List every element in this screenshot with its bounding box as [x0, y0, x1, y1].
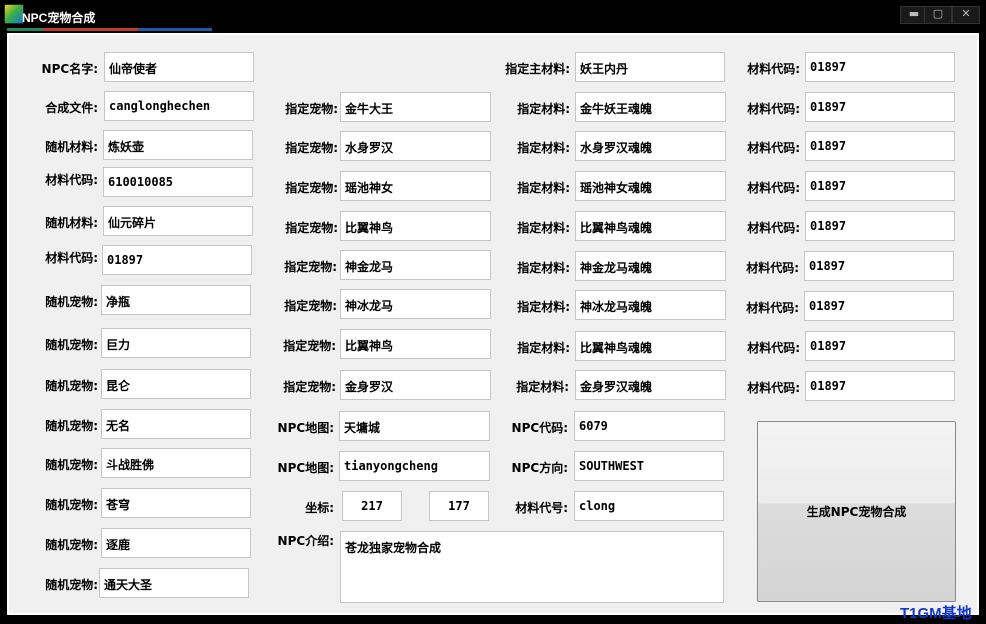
assigned-material-label: 指定材料:: [517, 102, 570, 116]
assigned-pet-label: 指定宠物:: [283, 339, 336, 353]
material-code-label: 材料代码:: [45, 173, 98, 187]
random-material-input[interactable]: 炼妖壶: [103, 130, 253, 160]
generate-npc-pet-compose-button[interactable]: 生成NPC宠物合成: [757, 421, 956, 602]
assigned-pet-input[interactable]: 金身罗汉: [340, 370, 491, 400]
assigned-pet-input[interactable]: 神金龙马: [340, 250, 491, 280]
assigned-pet-input[interactable]: 比翼神鸟: [340, 211, 491, 241]
assigned-pet-label: 指定宠物:: [284, 299, 337, 313]
material-code-input[interactable]: 01897: [805, 171, 955, 201]
material-code-label: 材料代码:: [746, 301, 799, 315]
random-pet-label: 随机宠物:: [45, 419, 98, 433]
npc-code-input[interactable]: 6079: [574, 411, 725, 441]
random-pet-input[interactable]: 净瓶: [101, 285, 251, 315]
accent-stripe-green: [7, 28, 43, 31]
random-pet-input[interactable]: 巨力: [101, 328, 251, 358]
npc-name-label: NPC名字:: [41, 62, 98, 76]
random-material-label: 随机材料:: [45, 216, 98, 230]
random-material-label: 随机材料:: [45, 140, 98, 154]
npc-name-input[interactable]: 仙帝使者: [104, 52, 254, 82]
assigned-pet-input[interactable]: 比翼神鸟: [340, 329, 491, 359]
main-material-label: 指定主材料:: [505, 62, 570, 76]
assigned-material-label: 指定材料:: [517, 261, 570, 275]
close-button[interactable]: ✕: [952, 6, 980, 24]
random-pet-input[interactable]: 逐鹿: [101, 528, 251, 558]
npc-map-input[interactable]: 天墉城: [339, 411, 490, 441]
coordinate-label: 坐标:: [305, 501, 334, 515]
material-code-label: 材料代码:: [746, 261, 799, 275]
random-pet-input[interactable]: 无名: [101, 409, 251, 439]
coord-x-input[interactable]: 217: [342, 491, 402, 521]
assigned-pet-label: 指定宠物:: [283, 380, 336, 394]
title-bar: NPC宠物合成 ▬ ▢ ✕: [0, 0, 986, 31]
npc-map-id-label: NPC地图:: [277, 461, 334, 475]
compose-file-input[interactable]: canglonghechen: [104, 91, 254, 121]
material-code-label: 材料代码:: [747, 102, 800, 116]
material-code-input[interactable]: 01897: [804, 251, 954, 281]
assigned-pet-label: 指定宠物:: [285, 102, 338, 116]
random-pet-label: 随机宠物:: [45, 458, 98, 472]
assigned-pet-input[interactable]: 神冰龙马: [340, 289, 491, 319]
assigned-pet-label: 指定宠物:: [285, 221, 338, 235]
material-code-label: 材料代码:: [747, 181, 800, 195]
accent-stripe-blue: [138, 28, 212, 31]
assigned-pet-input[interactable]: 水身罗汉: [340, 131, 491, 161]
npc-direction-input[interactable]: SOUTHWEST: [574, 451, 724, 481]
assigned-pet-label: 指定宠物:: [285, 181, 338, 195]
random-pet-label: 随机宠物:: [45, 295, 98, 309]
npc-map-label: NPC地图:: [277, 421, 334, 435]
random-pet-label: 随机宠物:: [45, 538, 98, 552]
material-code-input[interactable]: 01897: [805, 52, 955, 82]
material-number-label: 材料代号:: [515, 501, 568, 515]
random-pet-input[interactable]: 斗战胜佛: [101, 448, 251, 478]
material-code-input[interactable]: 01897: [805, 371, 955, 401]
npc-intro-label: NPC介绍:: [277, 534, 334, 548]
material-code-input[interactable]: 01897: [805, 131, 955, 161]
assigned-material-label: 指定材料:: [517, 341, 570, 355]
random-material-input[interactable]: 仙元碎片: [103, 206, 253, 236]
npc-intro-textarea[interactable]: 苍龙独家宠物合成: [340, 531, 724, 603]
random-pet-input[interactable]: 昆仑: [101, 369, 251, 399]
window-title: NPC宠物合成: [22, 11, 96, 25]
accent-stripe-red: [43, 28, 138, 31]
maximize-button[interactable]: ▢: [924, 6, 952, 24]
watermark-logo: T1GM基地: [900, 605, 972, 622]
material-code-label: 材料代码:: [747, 141, 800, 155]
material-code-label: 材料代码:: [747, 221, 800, 235]
material-code-input[interactable]: 01897: [102, 245, 252, 275]
assigned-material-label: 指定材料:: [517, 181, 570, 195]
npc-code-label: NPC代码:: [511, 421, 568, 435]
material-code-input[interactable]: 01897: [805, 92, 955, 122]
assigned-material-label: 指定材料:: [517, 221, 570, 235]
assigned-material-label: 指定材料:: [517, 141, 570, 155]
npc-direction-label: NPC方向:: [511, 461, 568, 475]
assigned-pet-label: 指定宠物:: [284, 260, 337, 274]
random-pet-label: 随机宠物:: [45, 578, 98, 592]
main-material-input[interactable]: 妖王内丹: [575, 52, 725, 82]
random-pet-label: 随机宠物:: [45, 338, 98, 352]
random-pet-label: 随机宠物:: [45, 379, 98, 393]
assigned-material-label: 指定材料:: [517, 300, 570, 314]
material-code-label: 材料代码:: [45, 251, 98, 265]
assigned-material-label: 指定材料:: [516, 380, 569, 394]
assigned-pet-input[interactable]: 瑶池神女: [340, 171, 491, 201]
assigned-pet-input[interactable]: 金牛大王: [340, 92, 491, 122]
material-code-label: 材料代码:: [747, 341, 800, 355]
material-code-input[interactable]: 01897: [804, 291, 954, 321]
app-icon: [4, 4, 24, 24]
form-panel: NPC名字: 仙帝使者 合成文件: canglonghechen 随机材料: 炼…: [7, 33, 979, 615]
material-code-label: 材料代码:: [747, 62, 800, 76]
material-number-input[interactable]: clong: [574, 491, 724, 521]
random-pet-label: 随机宠物:: [45, 498, 98, 512]
random-pet-input[interactable]: 苍穹: [101, 488, 251, 518]
material-code-label: 材料代码:: [747, 381, 800, 395]
material-code-input[interactable]: 01897: [805, 331, 955, 361]
random-pet-input[interactable]: 通天大圣: [99, 568, 249, 598]
material-code-input[interactable]: 610010085: [103, 167, 253, 197]
material-code-input[interactable]: 01897: [805, 211, 955, 241]
compose-file-label: 合成文件:: [45, 101, 98, 115]
npc-map-id-input[interactable]: tianyongcheng: [339, 451, 490, 481]
assigned-pet-label: 指定宠物:: [285, 141, 338, 155]
